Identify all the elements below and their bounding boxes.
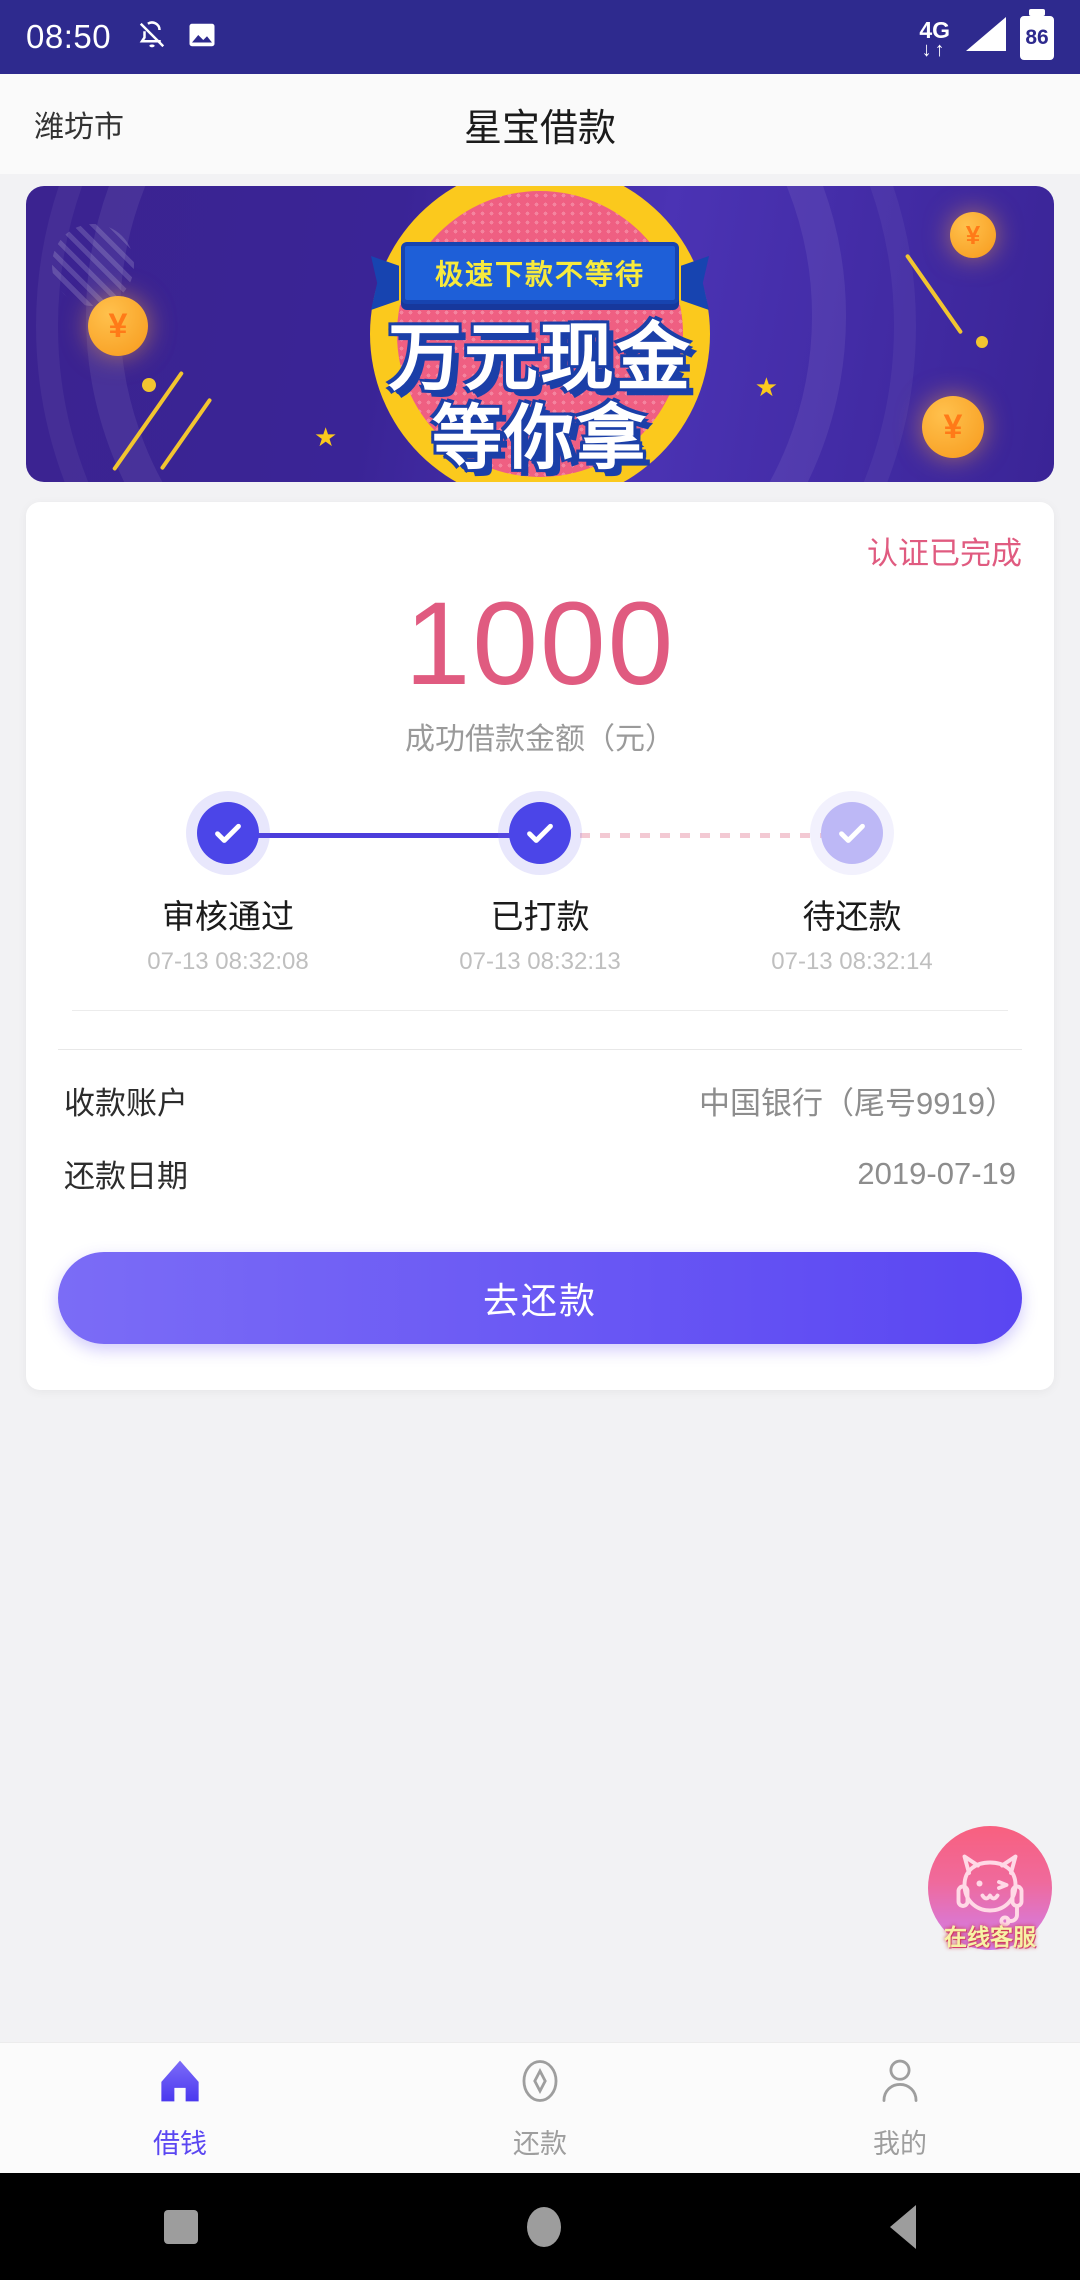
tab-borrow[interactable]: 借钱 bbox=[0, 2055, 360, 2161]
check-icon bbox=[509, 802, 571, 865]
loan-amount-label: 成功借款金额（元） bbox=[405, 723, 675, 757]
banner-striped-circle bbox=[52, 224, 134, 306]
battery-percent: 86 bbox=[1025, 25, 1049, 49]
status-bar-system-icons: 4G ↓↑ 86 bbox=[919, 15, 1054, 60]
banner-star-icon-2: ★ bbox=[754, 372, 778, 402]
promo-banner[interactable]: 万元现金 等你拿 极速下款不等待 ★ ★ ¥ ¥ ¥ bbox=[26, 186, 1054, 482]
step-timestamp: 07-13 08:32:08 bbox=[147, 948, 309, 976]
promo-banner-wrapper: 万元现金 等你拿 极速下款不等待 ★ ★ ¥ ¥ ¥ bbox=[0, 174, 1080, 482]
system-navigation-bar bbox=[0, 2173, 1080, 2280]
banner-dot-decoration-1 bbox=[142, 378, 156, 392]
square-icon[interactable] bbox=[164, 2209, 199, 2244]
loan-status-card: 认证已完成 1000 成功借款金额（元） 审核通过 07-13 08:32:08… bbox=[26, 502, 1054, 1391]
home-icon bbox=[154, 2055, 206, 2112]
step-timestamp: 07-13 08:32:13 bbox=[459, 948, 621, 976]
info-value: 2019-07-19 bbox=[857, 1155, 1016, 1191]
info-label: 还款日期 bbox=[64, 1159, 188, 1195]
image-icon bbox=[187, 20, 217, 55]
banner-ribbon: 极速下款不等待 bbox=[400, 242, 680, 304]
tab-repay[interactable]: 还款 bbox=[360, 2055, 720, 2161]
loan-progress-stepper: 审核通过 07-13 08:32:08 已打款 07-13 08:32:13 待… bbox=[58, 802, 1022, 1012]
person-icon bbox=[874, 2055, 926, 2112]
tab-label: 我的 bbox=[873, 2129, 927, 2159]
online-service-widget[interactable]: 在线客服 bbox=[922, 1822, 1058, 1954]
battery-icon: 86 bbox=[1020, 15, 1054, 60]
info-label: 收款账户 bbox=[64, 1086, 188, 1122]
bell-off-icon bbox=[137, 19, 167, 56]
tab-profile[interactable]: 我的 bbox=[720, 2055, 1080, 2161]
banner-star-icon-1: ★ bbox=[314, 422, 338, 452]
page-title: 星宝借款 bbox=[463, 107, 616, 150]
network-type-icon: 4G ↓↑ bbox=[919, 18, 950, 61]
step-timestamp: 07-13 08:32:14 bbox=[771, 948, 933, 976]
step-connector-2 bbox=[540, 833, 861, 839]
bottom-tab-bar: 借钱 还款 我的 bbox=[0, 2042, 1080, 2173]
tab-label: 还款 bbox=[513, 2129, 567, 2159]
banner-coin-icon-1: ¥ bbox=[88, 296, 148, 356]
banner-ribbon-text: 极速下款不等待 bbox=[434, 259, 646, 290]
step-label: 审核通过 bbox=[162, 898, 294, 936]
stepper-underline bbox=[72, 1010, 1008, 1012]
info-value: 中国银行（尾号9919） bbox=[699, 1086, 1016, 1122]
progress-step: 待还款 07-13 08:32:14 bbox=[696, 802, 1008, 976]
loan-amount: 1000 bbox=[404, 578, 676, 710]
online-service-label: 在线客服 bbox=[944, 1924, 1036, 1950]
banner-dot-decoration-3 bbox=[976, 336, 988, 348]
check-icon bbox=[821, 802, 883, 865]
circle-icon[interactable] bbox=[526, 2206, 561, 2247]
step-label: 已打款 bbox=[490, 898, 590, 936]
status-bar: 08:50 4G ↓↑ 86 bbox=[0, 0, 1080, 74]
signal-strength-icon bbox=[962, 15, 1008, 60]
diamond-icon bbox=[514, 2055, 566, 2112]
info-row-account: 收款账户 中国银行（尾号9919） bbox=[58, 1050, 1022, 1123]
triangle-back-icon[interactable] bbox=[889, 2204, 916, 2249]
status-badge: 认证已完成 bbox=[867, 536, 1022, 571]
status-bar-notification-icons bbox=[137, 19, 217, 56]
status-bar-clock: 08:50 bbox=[26, 18, 112, 55]
repay-button[interactable]: 去还款 bbox=[58, 1252, 1022, 1345]
check-icon bbox=[197, 802, 259, 865]
app-header: 潍坊市 星宝借款 bbox=[0, 74, 1080, 174]
data-arrows: ↓↑ bbox=[921, 38, 948, 61]
step-label: 待还款 bbox=[802, 898, 902, 936]
progress-step: 审核通过 07-13 08:32:08 bbox=[72, 802, 384, 976]
info-row-repay-date: 还款日期 2019-07-19 bbox=[58, 1123, 1022, 1196]
progress-step: 已打款 07-13 08:32:13 bbox=[384, 802, 696, 976]
banner-coin-icon-3: ¥ bbox=[922, 396, 984, 458]
tab-label: 借钱 bbox=[153, 2129, 207, 2159]
banner-headline-2: 等你拿 bbox=[432, 397, 648, 479]
step-connector-1 bbox=[218, 833, 540, 839]
banner-coin-icon-2: ¥ bbox=[950, 212, 996, 258]
